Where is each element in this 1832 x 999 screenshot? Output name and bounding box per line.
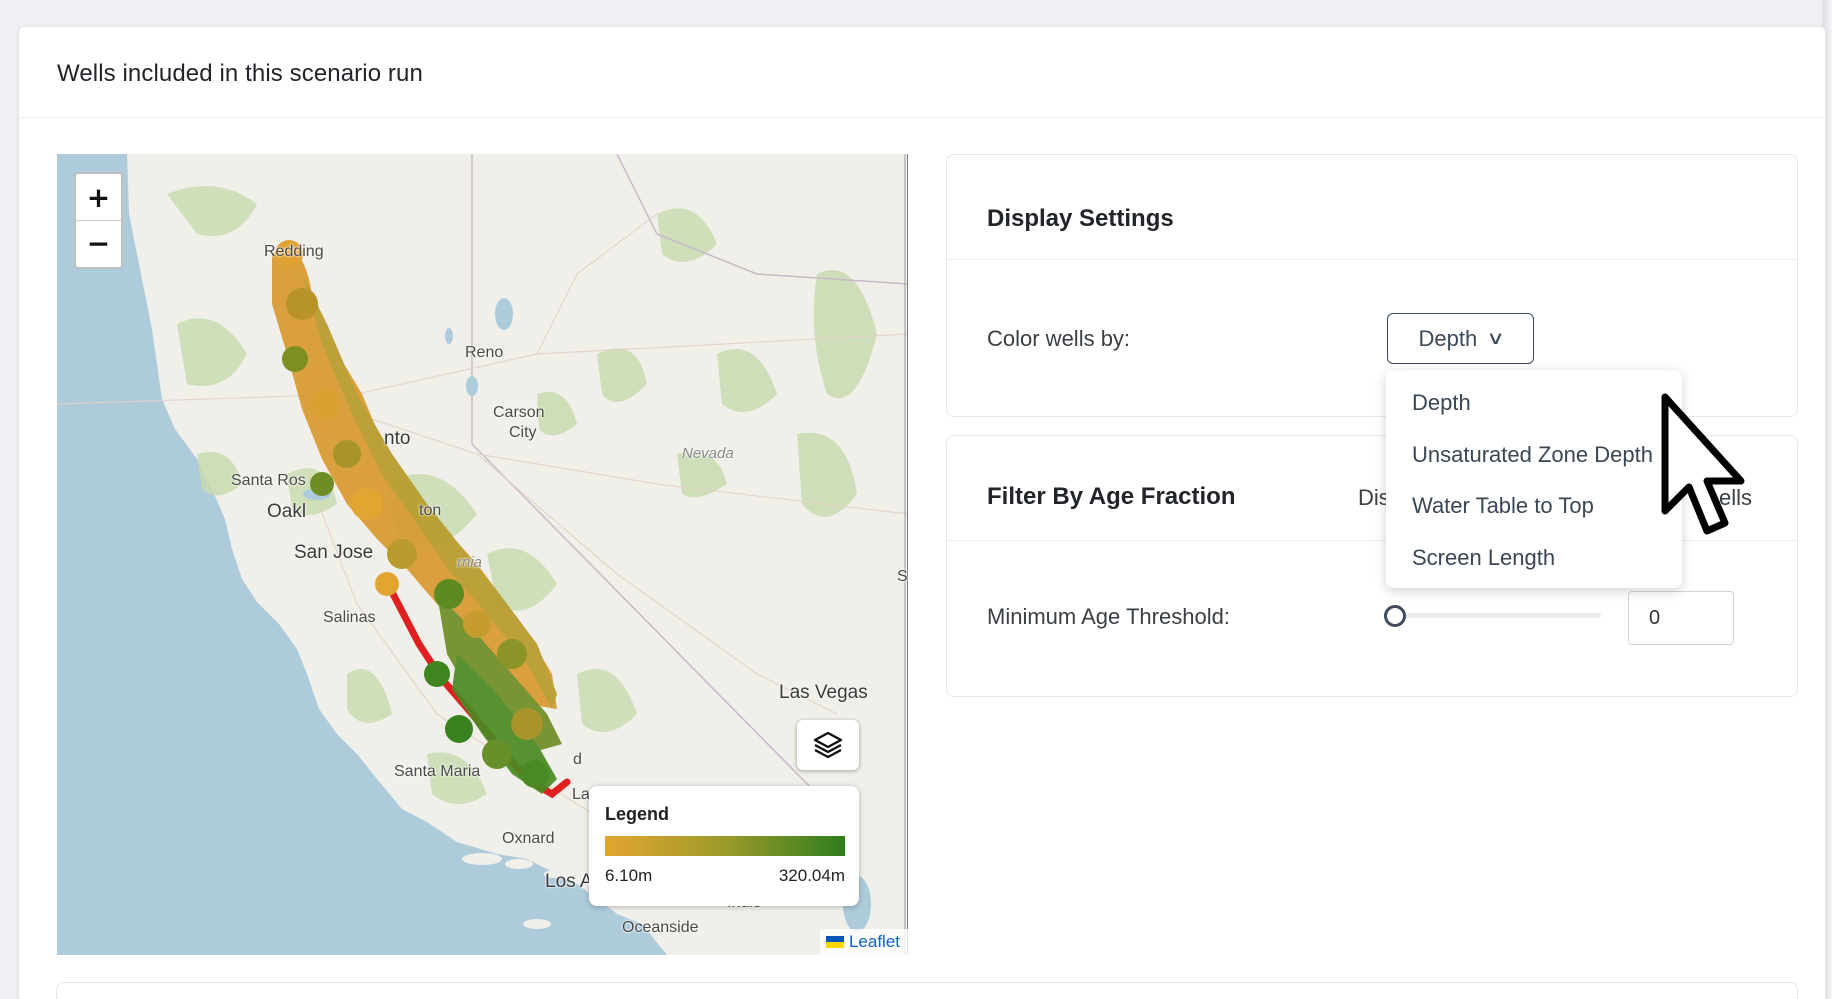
map-attribution: Leaflet <box>819 929 908 955</box>
age-threshold-slider-thumb[interactable] <box>1384 605 1406 627</box>
map-label-san-jose: San Jose <box>294 542 374 563</box>
age-fraction-title: Filter By Age Fraction <box>987 483 1236 510</box>
map-label-sacramento: nto <box>384 428 411 449</box>
legend-title: Legend <box>605 804 670 824</box>
chevron-down-icon: ∨ <box>1486 328 1506 348</box>
menu-option-depth[interactable]: Depth <box>1412 390 1471 416</box>
map-label-edge: S <box>897 568 908 585</box>
zoom-in-button[interactable]: + <box>76 174 121 220</box>
next-card <box>56 982 1798 999</box>
zoom-control: + − <box>74 172 123 269</box>
age-threshold-slider-track[interactable] <box>1387 613 1601 618</box>
map-label-oceanside: Oceanside <box>622 919 699 936</box>
map-label-california: rnia <box>457 554 483 571</box>
map-label-bakersfield: d <box>573 751 582 768</box>
min-age-threshold-label: Minimum Age Threshold: <box>987 604 1230 629</box>
map-label-lancaster: La <box>572 786 590 803</box>
wells-map[interactable]: Redding Reno Carson City Nevada nto Sant… <box>57 154 908 955</box>
color-by-menu: Depth Unsaturated Zone Depth Water Table… <box>1386 370 1682 588</box>
map-label-carson: Carson <box>493 404 545 421</box>
map-label-reno: Reno <box>465 344 504 361</box>
legend-color-ramp <box>605 836 845 856</box>
zoom-out-button[interactable]: − <box>76 220 121 266</box>
map-label-city: City <box>509 424 537 441</box>
layers-control-button[interactable] <box>797 720 859 770</box>
map-label-redding: Redding <box>264 243 324 260</box>
legend-max-value: 320.04m <box>778 866 845 885</box>
map-label-santa-rosa: Santa Ros <box>231 472 306 489</box>
map-label-oxnard: Oxnard <box>502 830 555 847</box>
legend-min-value: 6.10m <box>605 866 653 885</box>
map-label-salinas: Salinas <box>323 609 376 626</box>
display-toggle-label-partial: Dis <box>1358 485 1390 510</box>
color-wells-label: Color wells by: <box>987 326 1131 351</box>
menu-option-screen-length[interactable]: Screen Length <box>1412 545 1555 571</box>
color-by-dropdown[interactable]: Depth ∨ <box>1387 313 1534 364</box>
map-label-nevada: Nevada <box>682 445 734 462</box>
map-label-oakland: Oakl <box>267 501 307 522</box>
mouse-pointer-icon <box>1661 393 1745 535</box>
map-label-los-angeles: Los A <box>545 871 593 892</box>
card-title: Wells included in this scenario run <box>57 60 423 87</box>
map-label-las-vegas: Las Vegas <box>779 682 868 703</box>
color-by-selected: Depth <box>1418 325 1478 351</box>
map-label-santa-maria: Santa Maria <box>394 763 481 780</box>
layers-icon <box>813 731 843 759</box>
ukraine-flag-icon <box>825 936 844 948</box>
age-threshold-input[interactable]: 0 <box>1628 591 1734 645</box>
menu-option-water-table-to-top[interactable]: Water Table to Top <box>1412 493 1594 519</box>
menu-option-unsaturated-zone-depth[interactable]: Unsaturated Zone Depth <box>1412 442 1653 468</box>
map-label-stockton: ton <box>419 502 442 519</box>
map-legend: Legend 6.10m 320.04m <box>589 786 859 906</box>
leaflet-link[interactable]: Leaflet <box>849 932 900 952</box>
display-settings-header: Display Settings <box>947 155 1797 260</box>
card-header: Wells included in this scenario run <box>19 27 1825 118</box>
display-settings-title: Display Settings <box>987 205 1174 232</box>
